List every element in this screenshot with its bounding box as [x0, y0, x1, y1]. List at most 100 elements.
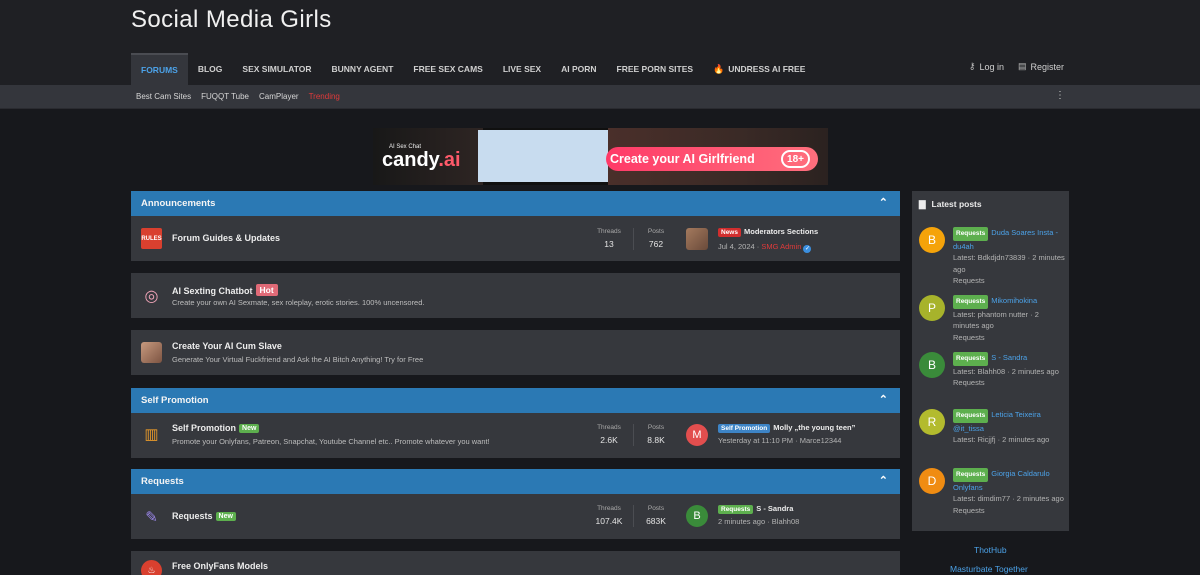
posts-stat: Posts 683K — [646, 505, 666, 526]
node-ai-sexting-chatbot[interactable]: ◎ AI Sexting Chatbot Hot Create your own … — [131, 273, 900, 318]
age-badge: 18+ — [781, 150, 810, 168]
censored-image — [478, 130, 608, 182]
sub-navigation: Best Cam Sites FUQQT Tube CamPlayer Tren… — [0, 85, 1200, 109]
node-title[interactable]: Self Promotion New — [172, 423, 260, 433]
node-description: Generate Your Virtual Fuckfriend and Ask… — [172, 355, 424, 364]
lollipop-icon: ◎ — [144, 287, 159, 305]
last-post-user[interactable]: Blahh08 — [772, 517, 800, 526]
flame-icon: 🔥 — [713, 63, 725, 74]
prefix-badge: Requests — [718, 505, 754, 514]
tab-forums[interactable]: FORUMS — [131, 53, 188, 85]
main-nav: FORUMS BLOG SEX SIMULATOR BUNNY AGENT FR… — [131, 53, 815, 85]
subnav-fuqqt-tube[interactable]: FUQQT Tube — [201, 92, 249, 101]
collapse-chevron-icon[interactable]: ⌃ — [879, 393, 888, 406]
last-post-title[interactable]: News Moderators Sections — [718, 227, 818, 237]
account-links: ⚷ Log in ▤ Register — [969, 61, 1064, 72]
tab-free-sex-cams[interactable]: FREE SEX CAMS — [403, 53, 492, 85]
prefix-badge: Self Promotion — [718, 424, 771, 433]
register-link[interactable]: ▤ Register — [1018, 61, 1064, 72]
tab-ai-porn[interactable]: AI PORN — [551, 53, 606, 85]
latest-meta: Latest: Blahh08 · 2 minutes ago — [953, 366, 1059, 376]
sidebar-link-masturbate-together[interactable]: Masturbate Together — [950, 564, 1028, 574]
tab-blog[interactable]: BLOG — [188, 53, 233, 85]
forum-name[interactable]: Requests — [953, 276, 985, 285]
avatar[interactable]: B — [686, 505, 708, 527]
collapse-chevron-icon[interactable]: ⌃ — [879, 196, 888, 209]
avatar[interactable]: D — [919, 468, 945, 494]
subnav-best-cam-sites[interactable]: Best Cam Sites — [136, 92, 191, 101]
category-requests[interactable]: Requests ⌃ — [131, 469, 900, 494]
last-post-meta: 2 minutes ago · Blahh08 — [718, 517, 800, 526]
node-self-promotion: ▥ Self Promotion New Promote your Onlyfan… — [131, 413, 900, 458]
node-description: Promote your Onlyfans, Patreon, Snapchat… — [172, 437, 490, 446]
more-menu-icon[interactable]: ⋮ — [1055, 90, 1065, 101]
tab-undress-ai-free[interactable]: 🔥 UNDRESS AI FREE — [703, 53, 815, 85]
prefix-badge: News — [718, 228, 741, 237]
latest-posts-widget: ▇ Latest posts B Requests Duda Soares Ins… — [912, 191, 1069, 531]
latest-meta: Latest: Bdkdjdn73839 · 2 minutes ago — [953, 253, 1065, 274]
rules-book-icon: RULES — [141, 228, 162, 249]
last-post-title[interactable]: Self Promotion Molly „the young teen” — [718, 423, 855, 433]
forum-name[interactable]: Requests — [953, 506, 985, 515]
last-post-meta: Yesterday at 11:10 PM · Marce12344 — [718, 436, 842, 445]
node-title[interactable]: Requests New — [172, 511, 236, 521]
banner-cta-label: Create your AI Girlfriend — [610, 152, 755, 166]
node-ai-cum-slave[interactable]: Create Your AI Cum Slave Generate Your V… — [131, 330, 900, 375]
subnav-camplayer[interactable]: CamPlayer — [259, 92, 299, 101]
prefix-badge: Requests — [953, 468, 989, 482]
prefix-badge: Requests — [953, 227, 989, 241]
posts-stat: Posts 8.8K — [647, 424, 665, 445]
last-post-user[interactable]: Marce12344 — [800, 436, 842, 445]
prefix-badge: Requests — [953, 295, 989, 309]
sidebar-link-thothub[interactable]: ThotHub — [974, 545, 1007, 555]
hot-badge: Hot — [255, 284, 278, 296]
category-title: Announcements — [141, 198, 216, 209]
tab-free-porn-sites[interactable]: FREE PORN SITES — [607, 53, 704, 85]
thread-link[interactable]: Mikomihokina — [991, 296, 1037, 305]
login-link[interactable]: ⚷ Log in — [969, 61, 1004, 72]
subnav-trending[interactable]: Trending — [309, 92, 340, 101]
banner-cta-button[interactable]: Create your AI Girlfriend 18+ — [606, 147, 818, 171]
growth-chart-icon: ▥ — [144, 425, 159, 443]
threads-stat: Threads 13 — [597, 228, 621, 249]
category-title: Self Promotion — [141, 395, 209, 406]
latest-meta: Latest: Ricjjfj · 2 minutes ago — [953, 435, 1050, 444]
last-post-user[interactable]: SMG Admin — [761, 242, 801, 251]
node-description: Create your own AI Sexmate, sex roleplay… — [172, 298, 425, 307]
category-title: Requests — [141, 476, 184, 487]
node-title[interactable]: Free OnlyFans Models — [172, 561, 268, 571]
node-requests: ✎ Requests New Threads 107.4K Posts 683K … — [131, 494, 900, 539]
avatar[interactable]: P — [919, 295, 945, 321]
avatar[interactable]: M — [686, 424, 708, 446]
ad-banner[interactable]: AI Sex Chat candy.ai Create your AI Girl… — [373, 128, 828, 185]
collapse-chevron-icon[interactable]: ⌃ — [879, 474, 888, 487]
tab-undress-label: UNDRESS AI FREE — [728, 64, 806, 74]
edit-document-icon: ✎ — [145, 508, 158, 526]
forum-name[interactable]: Requests — [953, 333, 985, 342]
avatar[interactable] — [686, 228, 708, 250]
last-post-meta: Jul 4, 2024 · SMG Admin ✓ — [718, 242, 812, 253]
tab-bunny-agent[interactable]: BUNNY AGENT — [322, 53, 404, 85]
prefix-badge: Requests — [953, 409, 989, 423]
category-announcements[interactable]: Announcements ⌃ — [131, 191, 900, 216]
register-label: Register — [1030, 61, 1064, 72]
tab-sex-simulator[interactable]: SEX SIMULATOR — [232, 53, 321, 85]
node-title[interactable]: Create Your AI Cum Slave — [172, 341, 282, 351]
flame-icon: ♨ — [141, 560, 162, 575]
node-forum-guides: RULES Forum Guides & Updates Threads 13 … — [131, 216, 900, 261]
node-free-onlyfans-models[interactable]: ♨ Free OnlyFans Models — [131, 551, 900, 575]
node-title[interactable]: Forum Guides & Updates — [172, 233, 280, 243]
forum-name[interactable]: Requests — [953, 378, 985, 387]
thread-link[interactable]: S - Sandra — [991, 353, 1027, 362]
clipboard-icon: ▤ — [1017, 61, 1027, 71]
avatar[interactable]: B — [919, 227, 945, 253]
widget-title: Latest posts — [931, 199, 982, 209]
node-title[interactable]: AI Sexting Chatbot Hot — [172, 284, 278, 296]
last-post-title[interactable]: Requests S - Sandra — [718, 504, 793, 514]
avatar[interactable]: R — [919, 409, 945, 435]
site-title[interactable]: Social Media Girls — [131, 6, 332, 34]
avatar[interactable]: B — [919, 352, 945, 378]
tab-live-sex[interactable]: LIVE SEX — [493, 53, 551, 85]
category-self-promotion[interactable]: Self Promotion ⌃ — [131, 388, 900, 413]
login-label: Log in — [979, 61, 1004, 72]
